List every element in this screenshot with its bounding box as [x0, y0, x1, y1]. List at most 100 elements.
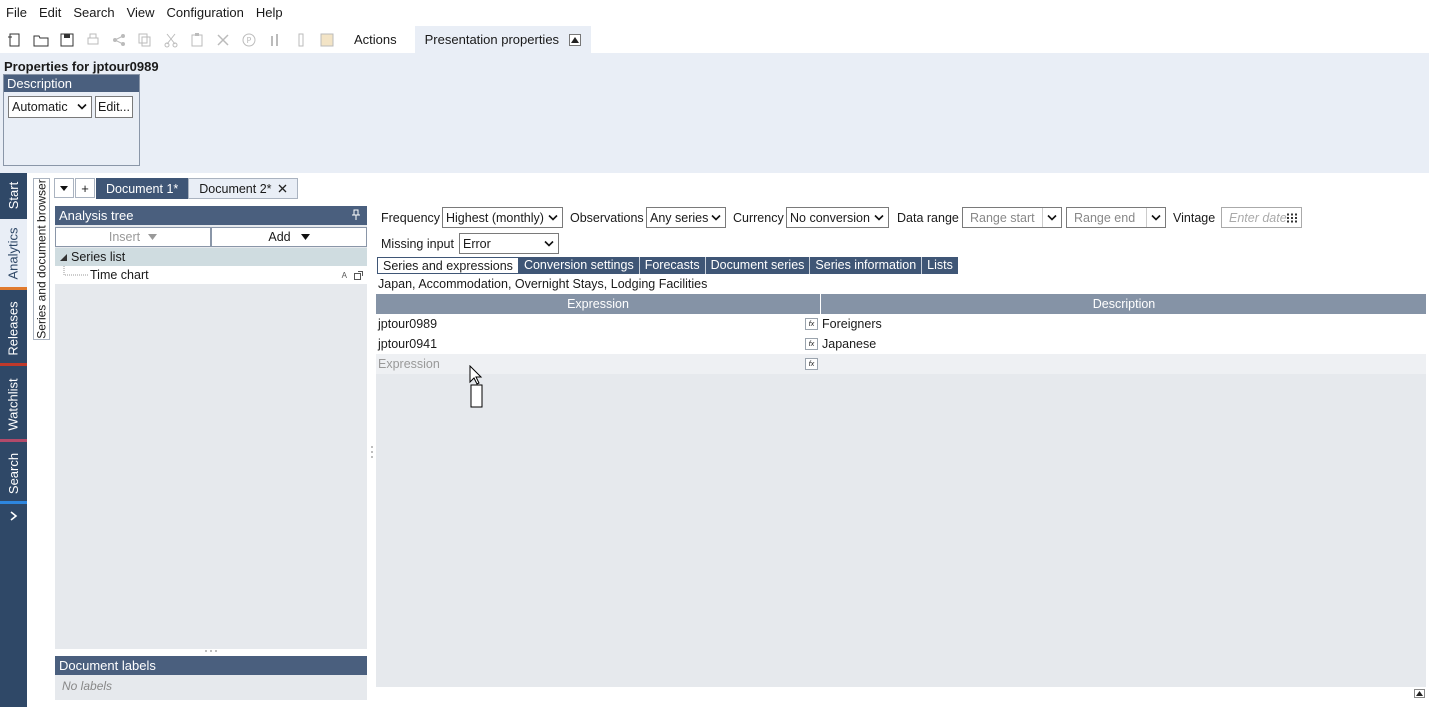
add-button[interactable]: Add [211, 227, 367, 247]
menu-view[interactable]: View [121, 0, 161, 26]
nav-watchlist[interactable]: Watchlist [0, 369, 27, 439]
column-header-description[interactable]: Description [822, 294, 1426, 314]
chevron-down-icon [544, 240, 554, 247]
tab-document-2[interactable]: Document 2* [188, 178, 298, 199]
data-range-label: Data range [897, 211, 959, 225]
tree-item-series-list[interactable]: Series list [55, 248, 367, 266]
no-labels-text: No labels [62, 679, 113, 693]
tab-series-information[interactable]: Series information [810, 257, 923, 274]
frequency-select[interactable]: Highest (monthly) [442, 207, 563, 228]
save-icon[interactable] [56, 29, 78, 51]
edit-button[interactable]: Edit... [95, 96, 133, 118]
open-folder-icon[interactable] [30, 29, 52, 51]
insert-button[interactable]: Insert [55, 227, 211, 247]
document-labels-header: Document labels [55, 656, 367, 675]
copy-icon[interactable] [134, 29, 156, 51]
column-header-expression[interactable]: Expression [376, 294, 821, 314]
open-window-icon[interactable] [354, 270, 363, 280]
caret-down-icon [60, 185, 68, 191]
nav-analytics[interactable]: Analytics [0, 219, 27, 287]
tab-list-dropdown[interactable] [54, 178, 74, 198]
nav-releases[interactable]: Releases [0, 293, 27, 363]
menu-configuration[interactable]: Configuration [161, 0, 250, 26]
cut-icon[interactable] [160, 29, 182, 51]
analysis-tree-header: Analysis tree [55, 206, 367, 225]
search-accent-bar [0, 501, 27, 504]
description-select[interactable]: Automatic [8, 96, 92, 118]
observations-label: Observations [570, 211, 644, 225]
frequency-label: Frequency [381, 211, 441, 225]
menu-edit[interactable]: Edit [33, 0, 67, 26]
missing-input-select[interactable]: Error [459, 233, 559, 254]
new-document-icon[interactable] [4, 29, 26, 51]
releases-accent-bar [0, 363, 27, 366]
expression-cell[interactable]: jptour0941 [378, 337, 437, 351]
tab-conversion-settings[interactable]: Conversion settings [519, 257, 640, 274]
calendar-icon[interactable] [1287, 213, 1297, 222]
description-header: Description [4, 75, 139, 92]
expression-cell[interactable]: jptour0989 [378, 317, 437, 331]
scroll-up-icon[interactable] [1414, 689, 1425, 698]
series-heading: Japan, Accommodation, Overnight Stays, L… [378, 277, 708, 291]
tab-document-1[interactable]: Document 1* [96, 178, 189, 199]
fx-icon[interactable]: fx [805, 338, 818, 350]
description-select-value: Automatic [12, 100, 68, 114]
description-cell[interactable]: Foreigners [822, 317, 882, 331]
fx-icon[interactable]: fx [805, 358, 818, 370]
close-icon[interactable] [278, 184, 287, 193]
tree-item-time-chart[interactable]: Time chart A [55, 266, 367, 284]
menu-search[interactable]: Search [67, 0, 120, 26]
new-expression-row[interactable]: Expression fx [376, 354, 1426, 374]
vintage-date-input[interactable]: Enter date [1221, 207, 1302, 228]
delete-icon[interactable] [212, 29, 234, 51]
paste-icon[interactable] [186, 29, 208, 51]
share-icon[interactable] [108, 29, 130, 51]
currency-select[interactable]: No conversion [786, 207, 889, 228]
series-document-browser-tab[interactable]: Series and document browser [33, 178, 50, 340]
new-expression-input[interactable]: Expression [378, 357, 440, 371]
table-row[interactable]: jptour0941 fx Japanese [376, 334, 1426, 354]
range-start-select[interactable]: Range start [962, 207, 1062, 228]
description-group: Description Automatic Edit... [3, 74, 140, 166]
observations-select[interactable]: Any series [646, 207, 726, 228]
properties-panel: Properties for jptour0989 [0, 53, 1429, 173]
document-labels-panel: Document labels No labels [55, 656, 367, 700]
note-icon[interactable] [316, 29, 338, 51]
nav-start[interactable]: Start [0, 173, 27, 217]
new-tab-button[interactable]: + [75, 178, 95, 198]
expand-nav-button[interactable] [0, 507, 27, 525]
table-row[interactable]: jptour0989 fx Foreigners [376, 314, 1426, 334]
chevron-down-icon [77, 103, 87, 110]
splitter-grip-icon[interactable] [370, 445, 374, 459]
collapse-up-icon[interactable] [569, 33, 582, 46]
presentation-properties-tab[interactable]: Presentation properties [414, 26, 592, 53]
tab-series-and-expressions[interactable]: Series and expressions [377, 257, 519, 274]
vintage-label: Vintage [1173, 211, 1216, 225]
tab-forecasts[interactable]: Forecasts [640, 257, 706, 274]
caret-down-icon [300, 234, 310, 240]
caret-down-icon [148, 234, 158, 240]
grid-header: Expression Description [376, 294, 1426, 314]
auto-label-icon: A [341, 270, 347, 280]
currency-label: Currency [733, 211, 784, 225]
series-grid: Expression Description jptour0989 fx For… [376, 294, 1426, 687]
menu-file[interactable]: File [0, 0, 33, 26]
menu-help[interactable]: Help [250, 0, 289, 26]
p-icon[interactable]: P [238, 29, 260, 51]
watchlist-accent-bar [0, 439, 27, 442]
range-end-select[interactable]: Range end [1066, 207, 1166, 228]
pin-icon[interactable] [351, 209, 361, 221]
actions-button[interactable]: Actions [354, 32, 397, 47]
tab-lists[interactable]: Lists [922, 257, 958, 274]
mouse-cursor-icon [469, 365, 483, 408]
tab-document-series[interactable]: Document series [706, 257, 811, 274]
chart-bars-icon[interactable] [264, 29, 286, 51]
column-icon[interactable] [290, 29, 312, 51]
nav-search[interactable]: Search [0, 445, 27, 501]
description-cell[interactable]: Japanese [822, 337, 876, 351]
print-icon[interactable] [82, 29, 104, 51]
resize-grip-icon[interactable] [204, 649, 218, 653]
fx-icon[interactable]: fx [805, 318, 818, 330]
settings-row: Frequency [381, 207, 440, 229]
sub-tabs: Series and expressions Conversion settin… [377, 257, 958, 274]
